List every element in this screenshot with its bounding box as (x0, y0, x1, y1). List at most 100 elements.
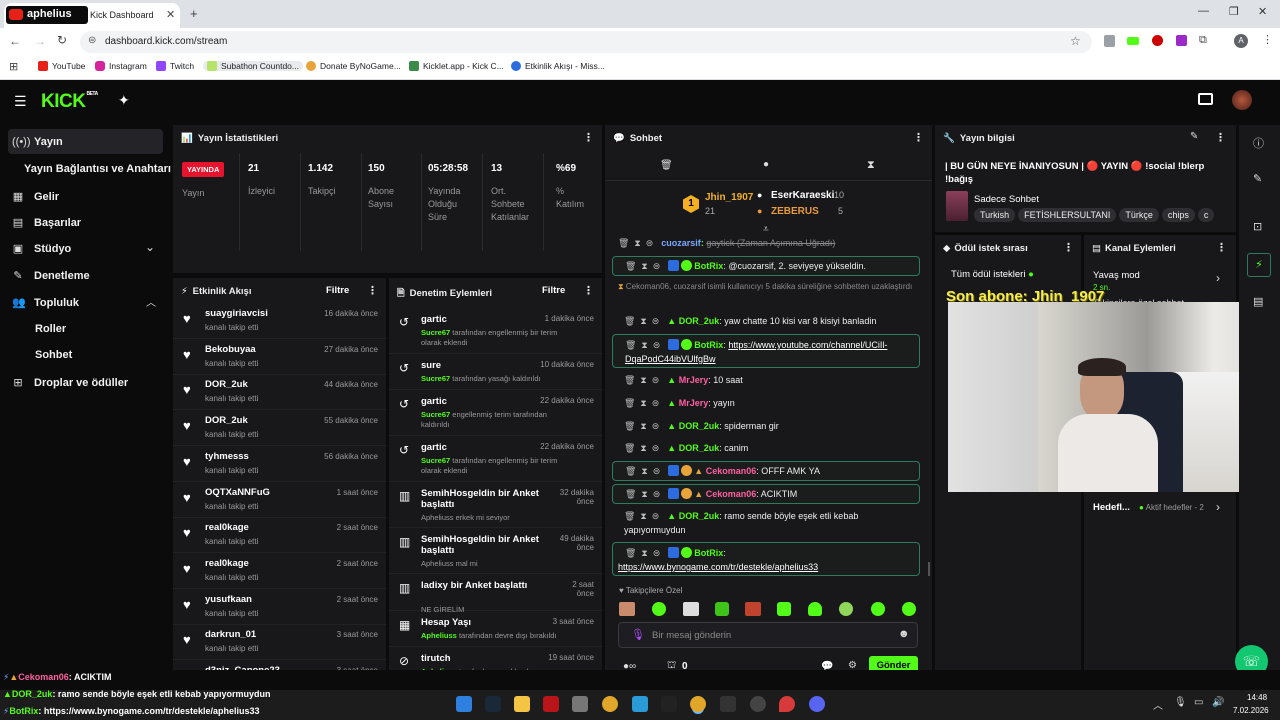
mod-action-row[interactable]: ▥ SemihHosgeldin bir Anket başlattı Aphel… (389, 482, 602, 528)
bookmark-twitch[interactable]: Twitch (156, 61, 194, 71)
maximize-icon[interactable]: ❐ (1229, 5, 1239, 18)
bynogame-link[interactable]: https://www.bynogame.com/tr/destekle/aph… (618, 562, 818, 572)
events-filter-button[interactable]: Filtre (326, 285, 349, 296)
minimize-icon[interactable]: — (1198, 5, 1209, 17)
menu-icon[interactable]: ⋮ (1262, 33, 1273, 46)
mod-actor[interactable]: Sucre67 (421, 410, 450, 419)
mod-actor[interactable]: Sucre67 (421, 456, 450, 465)
new-tab-icon[interactable]: + (190, 6, 198, 21)
mod-actor[interactable]: Apheliuss (421, 631, 457, 640)
youtube-app-icon[interactable] (543, 696, 559, 712)
mod-action-icons[interactable]: 🗑⧗⊜ (618, 236, 658, 250)
sidebar-item-roller[interactable]: Roller (35, 323, 66, 335)
rewards-menu-icon[interactable]: ⋮ (1063, 241, 1074, 254)
sidebar-item-yayin[interactable]: ((•)) Yayın (12, 136, 63, 148)
bookmark-subathon[interactable]: Subathon Countdo... (203, 61, 303, 71)
event-row[interactable]: ♥ real0kage kanalı takip etti 2 saat önce (173, 517, 386, 554)
event-row[interactable]: ♥ DOR_2uk kanalı takip etti 55 dakika önce (173, 410, 386, 447)
third-gifter-name[interactable]: ZEBERUS (771, 206, 819, 217)
maps-icon[interactable] (779, 696, 795, 712)
stats-menu-icon[interactable]: ⋮ (583, 131, 594, 144)
file-explorer-icon[interactable] (514, 696, 530, 712)
bookmark-instagram[interactable]: Instagram (95, 61, 147, 71)
windows-start-icon[interactable] (456, 696, 472, 712)
document-rail-icon[interactable]: ▤ (1253, 295, 1263, 308)
sidebar-item-denetleme[interactable]: ✎ Denetleme (12, 269, 89, 282)
steam-icon[interactable] (485, 696, 501, 712)
event-username[interactable]: tyhmesss (205, 451, 249, 462)
events-menu-icon[interactable]: ⋮ (367, 284, 378, 297)
mod-actor[interactable]: Sucre67 (421, 328, 450, 337)
theater-mode-icon[interactable] (1198, 93, 1213, 105)
app-icon[interactable] (572, 696, 588, 712)
kick-logo[interactable]: KICKBETA (41, 91, 98, 113)
event-row[interactable]: ♥ yusufkaan kanalı takip etti 2 saat önce (173, 589, 386, 625)
category-thumbnail[interactable] (946, 191, 968, 221)
all-rewards-link[interactable]: Tüm ödül istekleri ● (951, 269, 1034, 280)
chat-tab-icon[interactable]: ● (763, 159, 769, 170)
emoji-picker-icon[interactable]: ☻ (898, 628, 910, 640)
slow-mode-label[interactable]: Yavaş mod (1093, 270, 1140, 281)
discord-icon[interactable] (809, 696, 825, 712)
event-row[interactable]: ♥ OQTXaNNFuG kanalı takip etti 1 saat önce (173, 482, 386, 518)
tag-chip[interactable]: chips (1161, 208, 1195, 222)
volume-icon[interactable]: 🔊 (1212, 697, 1224, 708)
clock-date[interactable]: 7.02.2026 (1233, 706, 1269, 715)
emote-red-icon[interactable] (745, 602, 761, 616)
event-row[interactable]: ♥ real0kage kanalı takip etti 2 saat önce (173, 553, 386, 589)
event-row[interactable]: ♥ darkrun_01 kanalı takip etti 3 saat önce (173, 624, 386, 661)
mod-action-row[interactable]: ↺ gartic Sucre67 engellenmiş terim tarafın… (389, 390, 602, 436)
event-username[interactable]: DOR_2uk (205, 379, 248, 390)
sidebar-item-stream-key[interactable]: Yayın Bağlantısı ve Anahtarı (24, 163, 171, 175)
emote-person-icon[interactable] (683, 602, 699, 616)
browser-tab[interactable]: aphelius Kick Dashboard ✕ (4, 3, 180, 28)
extension-shield-icon[interactable] (1104, 35, 1115, 47)
chevron-down-icon[interactable]: ⌄ (145, 240, 155, 254)
app-blue-icon[interactable] (632, 696, 648, 712)
chat-scrollbar[interactable] (928, 562, 930, 576)
emote-kick-icon[interactable] (652, 602, 666, 616)
bookmark-etkinlik[interactable]: Etkinlik Akışı - Miss... (511, 61, 605, 71)
sidebar-item-gelir[interactable]: ▦ Gelir (12, 190, 59, 203)
extension-kick-icon[interactable] (1127, 37, 1139, 45)
sidebar-item-basarilar[interactable]: ▤ Başarılar (12, 216, 81, 229)
chat-input[interactable]: 🎙 Bir mesaj gönderin ☻ (618, 622, 918, 648)
profile-avatar-icon[interactable]: A (1234, 34, 1248, 48)
bookmark-star-icon[interactable]: ☆ (1070, 34, 1081, 48)
event-row[interactable]: ♥ Bekobuyaa kanalı takip etti 27 dakika önc… (173, 339, 386, 375)
sidebar-item-topluluk[interactable]: 👥 Topluluk (12, 296, 79, 309)
forward-icon[interactable]: → (34, 34, 46, 48)
tag-chip[interactable]: c (1197, 208, 1215, 222)
channel-menu-icon[interactable]: ⋮ (1216, 241, 1227, 254)
event-row[interactable]: ♥ tyhmesss kanalı takip etti 56 dakika önce (173, 446, 386, 482)
epic-games-icon[interactable] (720, 696, 736, 712)
mod-action-row[interactable]: ▥ ladixy bir Anket başlattı NE GİRELİM 2 s… (389, 574, 602, 614)
pin-icon[interactable]: ✦ (118, 92, 130, 109)
reload-icon[interactable]: ↻ (57, 33, 67, 47)
lightning-rail-icon[interactable]: ⚡ (1247, 253, 1271, 277)
chevron-up-icon[interactable]: ︿ (146, 294, 156, 309)
second-gifter-name[interactable]: EserKaraeski (771, 190, 834, 201)
mod-action-row[interactable]: ↺ gartic Sucre67 tarafından engellenmiş bi… (389, 436, 602, 482)
edit-icon[interactable]: ✎ (1253, 172, 1262, 185)
bookmark-youtube[interactable]: YouTube (38, 61, 85, 71)
event-username[interactable]: Bekobuyaa (205, 344, 256, 355)
extension-purple-icon[interactable] (1176, 35, 1187, 46)
microphone-tray-icon[interactable]: 🎙 (1174, 697, 1187, 708)
event-row[interactable]: ♥ suaygiriavcisi kanalı takip etti 16 dakik… (173, 303, 386, 339)
bookmark-bynogame[interactable]: Donate ByNoGame... (306, 61, 401, 71)
info-icon[interactable]: ⓘ (1253, 135, 1264, 151)
url-field[interactable]: ⊜ dashboard.kick.com/stream ☆ (80, 31, 1092, 53)
chevron-right-icon[interactable]: › (1216, 271, 1220, 285)
bookmark-kicklet[interactable]: Kicklet.app - Kick C... (409, 61, 504, 71)
chrome-active-icon[interactable] (690, 696, 706, 712)
top-gifter-name[interactable]: Jhin_1907 (705, 192, 753, 203)
chat-menu-icon[interactable]: ⋮ (913, 131, 924, 144)
edit-pencil-icon[interactable]: ✎ (1190, 131, 1198, 142)
app-dark-icon[interactable] (661, 696, 677, 712)
back-icon[interactable]: ← (9, 34, 21, 48)
user-avatar[interactable] (1232, 90, 1252, 110)
event-row[interactable]: ♥ DOR_2uk kanalı takip etti 44 dakika önce (173, 374, 386, 411)
clock-time[interactable]: 14:48 (1247, 693, 1267, 702)
chrome-icon[interactable] (602, 696, 618, 712)
